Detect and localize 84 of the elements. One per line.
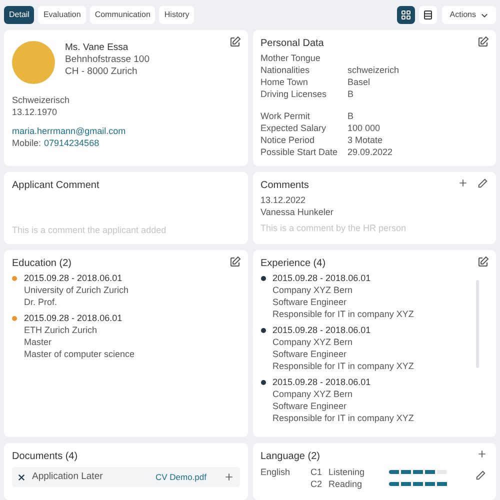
field-value: 100 000 [348,122,382,134]
field-value: Basel [348,76,372,88]
skill-meter [388,482,446,486]
address-line: CH - 8000 Zurich [65,66,138,78]
list-icon [422,10,433,20]
entry-text: Company XYZ Bern [272,388,354,400]
grid-view-button[interactable] [396,6,415,24]
date-range: 2015.09.28 - 2018.06.01 [24,272,124,284]
add-icon[interactable] [224,472,234,482]
date-range: 2015.09.28 - 2018.06.01 [272,272,372,284]
entry-text: Software Engineer [272,296,348,308]
comment-date: 13.12.2022 [260,194,307,206]
entry-text: Software Engineer [272,400,348,412]
entry-text: Company XYZ Bern [272,284,354,296]
entry-text: University of Zurich Zurich [24,284,129,296]
candidate-name: Ms. Vane Essa [65,42,130,54]
tab[interactable]: History [159,6,194,24]
field-label: Nationalities [260,64,311,76]
skill-meter [388,470,446,474]
pencil-icon[interactable] [475,470,486,481]
edit-icon[interactable] [477,36,489,48]
date-range: 2015.09.28 - 2018.06.01 [272,324,372,336]
close-icon[interactable] [18,474,25,480]
entry-text: Master [24,336,53,348]
pencil-icon[interactable] [477,178,488,189]
card-title: Applicant Comment [12,180,100,192]
document-name: Application Later [32,471,104,483]
field-label: Mother Tongue [260,52,322,64]
entry-text: Responsible for IT in company XYZ [272,412,414,424]
card-title: Personal Data [260,38,324,50]
edit-icon[interactable] [228,256,240,268]
field-label: Work Permit [260,110,311,122]
comment-text: This is a comment by the HR person [260,222,406,234]
grade-label: C2 [310,478,324,490]
field-value: B [348,88,355,100]
entry-text: ETH Zurich Zurich [24,324,98,336]
field-label: Possible Start Date [260,146,339,158]
skill-label: Listening [328,466,366,478]
field-value: B [348,110,355,122]
card-title: Education (2) [12,258,72,270]
card-title: Documents (4) [12,451,78,463]
avatar-photo-placeholder [12,41,55,84]
entry-text: Master of computer science [24,348,135,360]
edit-icon[interactable] [228,36,240,48]
field-label: Notice Period [260,134,316,146]
entry-text: Software Engineer [272,348,348,360]
field-label: Expected Salary [260,122,328,134]
date-range: 2015.09.28 - 2018.06.01 [272,376,372,388]
add-icon[interactable] [477,449,487,459]
grid-icon [400,10,411,20]
comment-text: This is a comment the applicant added [12,224,166,236]
entry-text: Company XYZ Bern [272,336,354,348]
grade-label: C1 [310,466,324,478]
date-range: 2015.09.28 - 2018.06.01 [24,312,124,324]
entry-text: Responsible for IT in company XYZ [272,308,414,320]
file-link[interactable]: CV Demo.pdf [155,471,206,483]
tab[interactable]: Detail [4,6,34,24]
field-label: Driving Licenses [260,88,328,100]
card-title: Language (2) [260,451,320,463]
entry-text: Responsible for IT in company XYZ [272,360,414,372]
mobile-label: Mobile: [12,137,42,149]
birth-date: 13.12.1970 [12,106,58,118]
tab[interactable]: Communication [90,6,156,24]
email-link[interactable]: maria.herrmann@gmail.com [12,125,126,137]
field-value: 29.09.2022 [348,146,394,158]
edit-icon[interactable] [477,256,489,268]
skill-label: Reading [328,478,364,490]
nationality-text: Schweizerisch [12,94,71,106]
card-title: Comments [260,180,309,192]
language-name: English [260,466,292,479]
list-view-button[interactable] [418,6,437,24]
actions-button[interactable]: Actions [442,6,496,24]
entry-text: Dr. Prof. [24,296,58,308]
field-value: 3 Motate [348,134,384,146]
caret-icon [481,12,488,18]
field-label: Home Town [260,76,309,88]
document-row[interactable]: Application Later CV Demo.pdf [12,467,240,487]
address-line: Behnhofstrasse 100 [65,54,150,66]
add-icon[interactable] [458,178,468,189]
card-title: Experience (4) [260,258,326,270]
field-value: schweizerich [348,64,400,76]
comment-author: Vanessa Hunkeler [260,206,334,218]
tab[interactable]: Evaluation [38,6,86,24]
phone-link[interactable]: 07914234568 [44,137,100,149]
